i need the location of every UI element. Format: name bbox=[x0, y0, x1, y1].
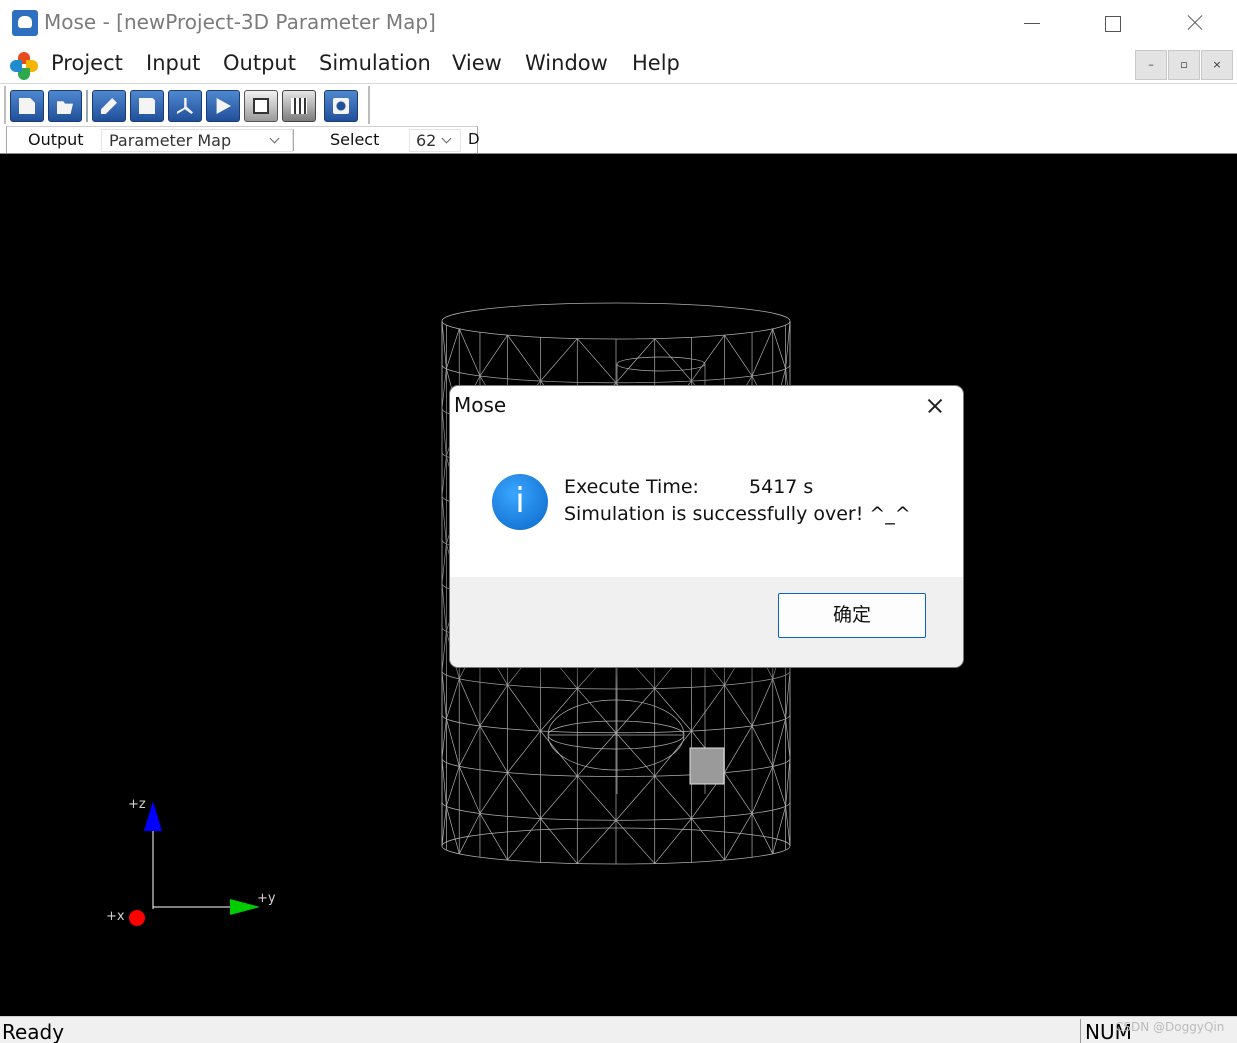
status-text: Ready bbox=[2, 1020, 65, 1043]
menu-help[interactable]: Help bbox=[632, 51, 680, 75]
output-label: Output bbox=[28, 130, 84, 149]
execute-time-value: 5417 s bbox=[749, 476, 814, 498]
toolbar-separator bbox=[86, 90, 88, 122]
info-icon: i bbox=[492, 474, 548, 530]
axis-icon bbox=[177, 98, 193, 114]
extra-field[interactable]: D bbox=[468, 130, 480, 148]
output-bar: Output Parameter Map Select 62 D bbox=[0, 126, 1237, 154]
select-value-select[interactable]: 62 bbox=[409, 129, 461, 152]
toolbar-frame bbox=[4, 86, 370, 124]
grid-icon bbox=[291, 98, 307, 114]
view-type-select[interactable]: Parameter Map bbox=[101, 129, 293, 152]
x-axis-label: +x bbox=[106, 909, 125, 924]
execute-time-line: Execute Time: 5417 s bbox=[564, 476, 813, 498]
execute-time-label: Execute Time: bbox=[564, 476, 699, 498]
new-icon bbox=[19, 98, 35, 114]
save-button[interactable] bbox=[130, 90, 164, 122]
watermark: CSDN @DoggyQin bbox=[1115, 1020, 1225, 1034]
message-dialog: Mose i Execute Time: 5417 s Simulation i… bbox=[449, 385, 964, 668]
menu-output[interactable]: Output bbox=[223, 51, 296, 75]
component-block bbox=[689, 747, 725, 785]
y-axis-arrow bbox=[230, 899, 260, 915]
open-project-button[interactable] bbox=[48, 90, 82, 122]
new-project-button[interactable] bbox=[10, 90, 44, 122]
menu-window[interactable]: Window bbox=[525, 51, 608, 75]
app-logo-icon bbox=[10, 52, 38, 80]
menu-input[interactable]: Input bbox=[146, 51, 200, 75]
maximize-button[interactable] bbox=[1072, 0, 1152, 46]
z-axis-arrow bbox=[144, 801, 162, 831]
edit-icon bbox=[101, 98, 117, 114]
ok-button[interactable]: 确定 bbox=[778, 593, 926, 638]
close-button[interactable] bbox=[1153, 0, 1237, 46]
menu-simulation[interactable]: Simulation bbox=[319, 51, 431, 75]
title-bar: Mose - [newProject-3D Parameter Map] bbox=[0, 0, 1237, 46]
status-bar: Ready NUM CSDN @DoggyQin bbox=[0, 1016, 1237, 1043]
menu-project[interactable]: Project bbox=[51, 51, 123, 75]
stop-icon bbox=[253, 98, 269, 114]
menu-bar: Project Input Output Simulation View Win… bbox=[0, 46, 1237, 84]
run-simulation-button[interactable] bbox=[206, 90, 240, 122]
output-bar-frame: Output Parameter Map Select 62 D bbox=[6, 126, 480, 153]
dialog-title: Mose bbox=[454, 393, 507, 417]
play-icon bbox=[216, 98, 231, 114]
minimize-button[interactable] bbox=[992, 0, 1072, 46]
x-axis-marker bbox=[129, 910, 145, 926]
menu-view[interactable]: View bbox=[452, 51, 502, 75]
mdi-minimize-button[interactable]: – bbox=[1135, 50, 1167, 80]
dialog-message: Simulation is successfully over! ^_^ bbox=[564, 503, 911, 525]
dialog-close-button[interactable] bbox=[920, 394, 950, 418]
save-icon bbox=[139, 98, 155, 114]
axis-button[interactable] bbox=[168, 90, 202, 122]
output-bar-separator bbox=[293, 129, 294, 151]
y-axis-label: +y bbox=[257, 891, 276, 906]
open-icon bbox=[57, 101, 73, 114]
app-icon bbox=[12, 10, 38, 36]
mdi-restore-button[interactable]: ▫ bbox=[1168, 50, 1200, 80]
stop-simulation-button[interactable] bbox=[244, 90, 278, 122]
camera-icon bbox=[333, 98, 349, 114]
window-title: Mose - [newProject-3D Parameter Map] bbox=[44, 10, 436, 34]
edit-button[interactable] bbox=[92, 90, 126, 122]
grid-button[interactable] bbox=[282, 90, 316, 122]
dialog-footer: 确定 bbox=[450, 577, 963, 667]
mdi-close-button[interactable]: × bbox=[1201, 50, 1233, 80]
z-axis-label: +z bbox=[128, 797, 146, 812]
snapshot-button[interactable] bbox=[324, 90, 358, 122]
toolbar bbox=[0, 84, 1237, 126]
select-label: Select bbox=[330, 130, 380, 149]
axis-gizmo bbox=[129, 801, 260, 926]
mdi-controls: – ▫ × bbox=[1135, 50, 1235, 80]
